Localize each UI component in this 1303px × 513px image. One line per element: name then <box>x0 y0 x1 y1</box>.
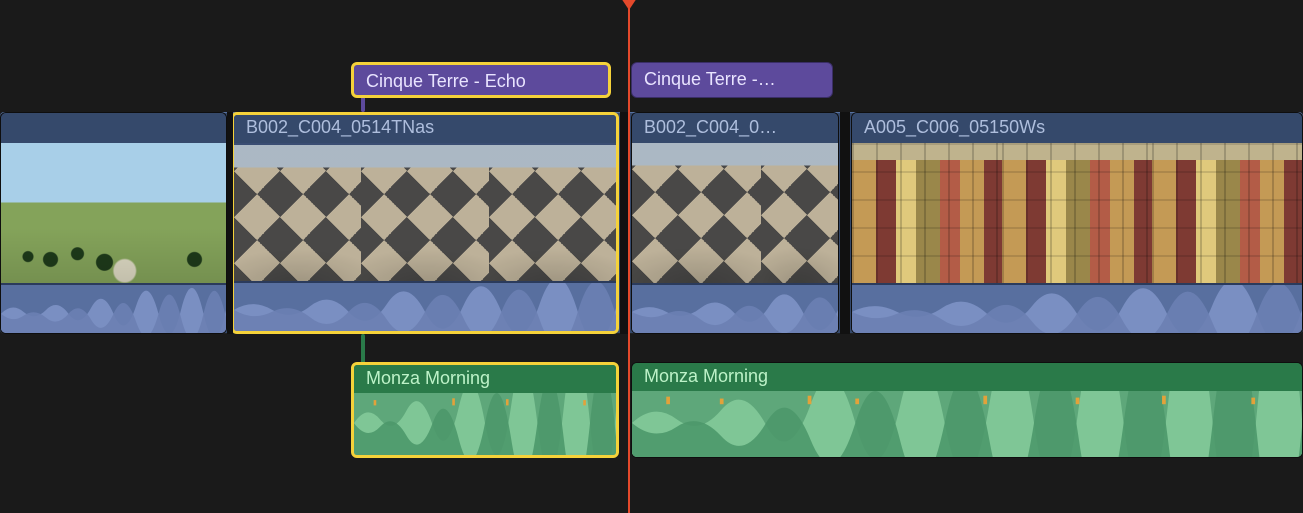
primary-storyline: B002_C004_0514TNas B002_C004_0… <box>0 112 1303 334</box>
video-clip-landscape[interactable] <box>0 112 227 334</box>
clip-thumbnails <box>632 143 838 285</box>
title-clip-cinque-terre-2[interactable]: Cinque Terre -… <box>631 62 833 98</box>
thumbnail-icon <box>761 143 838 285</box>
clip-audio-waveform <box>852 283 1302 333</box>
thumbnail-icon <box>1 143 226 285</box>
thumbnail-icon <box>489 145 616 287</box>
video-clip-a005[interactable]: A005_C006_05150Ws <box>851 112 1303 334</box>
title-connector <box>361 98 365 112</box>
title-clip-label: Cinque Terre -… <box>644 69 776 89</box>
video-clip-label <box>1 113 226 143</box>
video-clip-label: B002_C004_0… <box>632 113 838 143</box>
clip-audio-waveform <box>1 283 226 333</box>
video-clip-b002-part2[interactable]: B002_C004_0… <box>631 112 839 334</box>
video-clip-label: B002_C004_0514TNas <box>234 113 616 143</box>
clip-audio-waveform <box>632 283 838 333</box>
audio-waveform <box>632 391 1302 457</box>
thumbnail-icon <box>234 145 361 287</box>
title-clip-label: Cinque Terre - Echo <box>366 71 526 91</box>
clip-thumbnails <box>1 143 226 285</box>
clip-thumbnails <box>852 143 1302 285</box>
clip-thumbnails <box>234 145 616 287</box>
video-clip-label: A005_C006_05150Ws <box>852 113 1302 143</box>
thumbnail-icon <box>1152 143 1302 285</box>
timeline[interactable]: Cinque Terre - Echo Cinque Terre -… B002… <box>0 0 1303 513</box>
audio-connector <box>361 334 365 362</box>
audio-clip-label: Monza Morning <box>632 363 1302 391</box>
connected-audio-track: Monza Morning Monza Morning <box>0 362 1303 458</box>
thumbnail-icon <box>361 145 488 287</box>
audio-clip-monza-1[interactable]: Monza Morning <box>351 362 619 458</box>
title-clip-cinque-terre-echo[interactable]: Cinque Terre - Echo <box>351 62 611 98</box>
audio-waveform <box>354 393 616 455</box>
clip-audio-waveform <box>234 281 616 331</box>
title-track: Cinque Terre - Echo Cinque Terre -… <box>0 62 1303 112</box>
edit-point[interactable] <box>227 112 233 334</box>
edit-point[interactable] <box>840 112 850 334</box>
audio-clip-monza-2[interactable]: Monza Morning <box>631 362 1303 458</box>
thumbnail-icon <box>852 143 1002 285</box>
thumbnail-icon <box>632 143 761 285</box>
edit-point[interactable] <box>620 112 630 334</box>
video-clip-b002-selected[interactable]: B002_C004_0514TNas <box>231 112 619 334</box>
thumbnail-icon <box>1002 143 1152 285</box>
audio-clip-label: Monza Morning <box>354 365 616 393</box>
